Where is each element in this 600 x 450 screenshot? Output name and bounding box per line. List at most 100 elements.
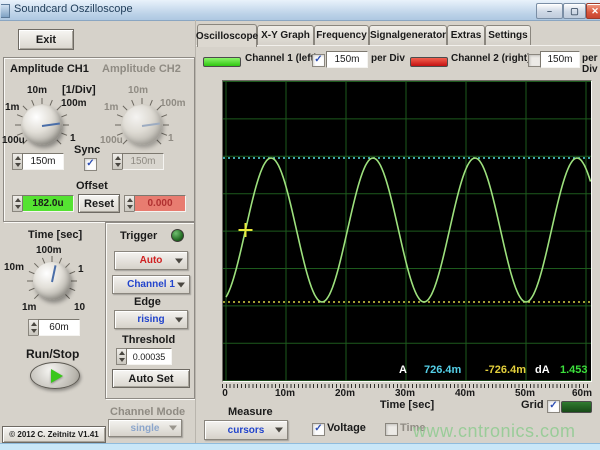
sync-checkbox[interactable] bbox=[84, 158, 97, 171]
x-tick-10m: 10m bbox=[274, 388, 295, 399]
svg-text:A: A bbox=[399, 364, 407, 376]
amplitude-ch2-title: Amplitude CH2 bbox=[102, 63, 181, 75]
ch1-amplitude-field[interactable]: 150m bbox=[22, 153, 64, 170]
chevron-down-icon bbox=[169, 425, 177, 431]
ch2-knob-pointer bbox=[141, 122, 161, 127]
time-scale-1m: 1m bbox=[22, 302, 37, 313]
ch1-scale-1m: 1m bbox=[5, 102, 20, 113]
chevron-down-icon bbox=[175, 317, 183, 322]
time-knob-pointer bbox=[51, 264, 57, 283]
ch2-amplitude-field: 150m bbox=[122, 153, 164, 170]
ch2-scale-1: 1 bbox=[168, 133, 174, 144]
x-tick-50m: 50m bbox=[514, 388, 535, 399]
tab-frequency[interactable]: Frequency bbox=[314, 25, 369, 45]
channel1-perdiv-field[interactable]: 150m bbox=[326, 51, 368, 68]
x-tick-30m: 30m bbox=[394, 388, 415, 399]
voltage-label: Voltage bbox=[327, 422, 366, 434]
channel-mode-value: single bbox=[130, 422, 160, 434]
x-tick-20m: 20m bbox=[334, 388, 355, 399]
ch1-scale-10m: 10m bbox=[27, 85, 48, 96]
trigger-edge-dropdown[interactable]: rising bbox=[114, 310, 188, 329]
oscilloscope-display[interactable]: A 726.4m -726.4m dA 1.453 bbox=[222, 80, 592, 382]
time-field[interactable]: 60m bbox=[38, 319, 80, 336]
bottom-edge bbox=[0, 443, 600, 450]
threshold-field[interactable]: 0.00035 bbox=[126, 348, 172, 365]
maximize-icon: ▢ bbox=[570, 5, 579, 16]
channel2-perdiv-label: per Div bbox=[582, 53, 598, 75]
amplitude-ch2-knob[interactable] bbox=[122, 105, 162, 145]
channel1-checkbox[interactable] bbox=[312, 54, 325, 67]
time-scale-10m: 10m bbox=[4, 262, 25, 273]
chevron-down-icon bbox=[275, 427, 283, 433]
tab-extras[interactable]: Extras bbox=[447, 25, 485, 45]
channel-mode-title: Channel Mode bbox=[110, 406, 186, 418]
chevron-down-icon bbox=[175, 258, 183, 263]
trigger-led bbox=[171, 229, 184, 242]
channel1-color-swatch bbox=[203, 57, 241, 67]
ch2-scale-10m: 10m bbox=[128, 85, 149, 96]
waveform-plot: A 726.4m -726.4m dA 1.453 bbox=[223, 81, 592, 382]
trigger-source-value: Channel 1 bbox=[127, 279, 175, 290]
ch1-knob-pointer bbox=[41, 122, 61, 127]
trigger-source-dropdown[interactable]: Channel 1 bbox=[112, 275, 190, 294]
minimize-icon: – bbox=[546, 6, 552, 16]
time-title: Time [sec] bbox=[28, 229, 83, 241]
channel2-perdiv-field[interactable]: 150m bbox=[540, 51, 580, 68]
x-tick-0: 0 bbox=[222, 388, 228, 399]
time-scale-1: 1 bbox=[78, 264, 84, 275]
edge-title: Edge bbox=[134, 296, 161, 308]
grid-color-swatch[interactable] bbox=[561, 401, 592, 413]
trigger-mode-value: Auto bbox=[139, 255, 163, 266]
chevron-down-icon bbox=[177, 282, 185, 287]
tab-xy-graph[interactable]: X-Y Graph bbox=[257, 25, 314, 45]
close-button[interactable]: ✕ bbox=[586, 3, 600, 19]
time-knob[interactable] bbox=[33, 262, 71, 300]
panel-divider bbox=[195, 20, 196, 443]
minimize-button[interactable]: – bbox=[536, 3, 563, 19]
time-scale-100m: 100m bbox=[36, 245, 62, 256]
close-icon: ✕ bbox=[591, 5, 599, 16]
ch2-scale-100u: 100u bbox=[100, 135, 123, 146]
channel2-label: Channel 2 (right) bbox=[451, 53, 531, 64]
copyright-button[interactable]: © 2012 C. Zeitnitz V1.41 bbox=[2, 426, 106, 443]
trigger-mode-dropdown[interactable]: Auto bbox=[114, 251, 188, 270]
amplitude-ch1-title: Amplitude CH1 bbox=[10, 63, 89, 75]
trigger-title: Trigger bbox=[120, 230, 158, 242]
app-window: Soundcard Oszilloscope – ▢ ✕ Exit Amplit… bbox=[0, 0, 600, 450]
ch1-scale-100u: 100u bbox=[2, 135, 25, 146]
maximize-button[interactable]: ▢ bbox=[563, 3, 586, 19]
tab-signalgenerator[interactable]: Signalgenerator bbox=[369, 25, 447, 45]
auto-set-button[interactable]: Auto Set bbox=[112, 369, 190, 388]
ch1-offset-field[interactable]: 182.0u bbox=[22, 195, 74, 212]
run-stop-button[interactable] bbox=[30, 362, 80, 389]
channel-mode-dropdown: single bbox=[108, 419, 182, 437]
measure-mode-value: cursors bbox=[227, 424, 265, 436]
x-tick-60m: 60m bbox=[571, 388, 592, 399]
amplitude-ch1-knob[interactable] bbox=[22, 105, 62, 145]
svg-text:1.453: 1.453 bbox=[560, 364, 588, 376]
grid-checkbox[interactable] bbox=[547, 400, 560, 413]
ch1-scale-100m: 100m bbox=[61, 98, 87, 109]
reset-button[interactable]: Reset bbox=[78, 194, 120, 213]
channel2-color-swatch bbox=[410, 57, 448, 67]
tab-oscilloscope[interactable]: Oscilloscope bbox=[196, 24, 258, 47]
time-scale-10: 10 bbox=[74, 302, 86, 313]
window-title: Soundcard Oszilloscope bbox=[14, 3, 133, 15]
tab-settings[interactable]: Settings bbox=[485, 25, 531, 45]
ch2-scale-1m: 1m bbox=[104, 102, 119, 113]
offset-label: Offset bbox=[76, 180, 108, 192]
svg-text:dA: dA bbox=[535, 364, 550, 376]
x-tick-40m: 40m bbox=[454, 388, 475, 399]
ch1-scale-1: 1 bbox=[70, 133, 76, 144]
svg-text:726.4m: 726.4m bbox=[424, 364, 462, 376]
time-measure-checkbox[interactable] bbox=[385, 423, 398, 436]
voltage-checkbox[interactable] bbox=[312, 423, 325, 436]
app-icon bbox=[1, 4, 10, 18]
channel1-label: Channel 1 (left) bbox=[245, 53, 318, 64]
measure-title: Measure bbox=[228, 406, 273, 418]
measure-mode-dropdown[interactable]: cursors bbox=[204, 420, 288, 440]
svg-text:-726.4m: -726.4m bbox=[485, 364, 526, 376]
channel1-perdiv-label: per Div bbox=[371, 53, 405, 64]
exit-button[interactable]: Exit bbox=[18, 29, 74, 50]
watermark: www.cntronics.com bbox=[413, 421, 576, 441]
